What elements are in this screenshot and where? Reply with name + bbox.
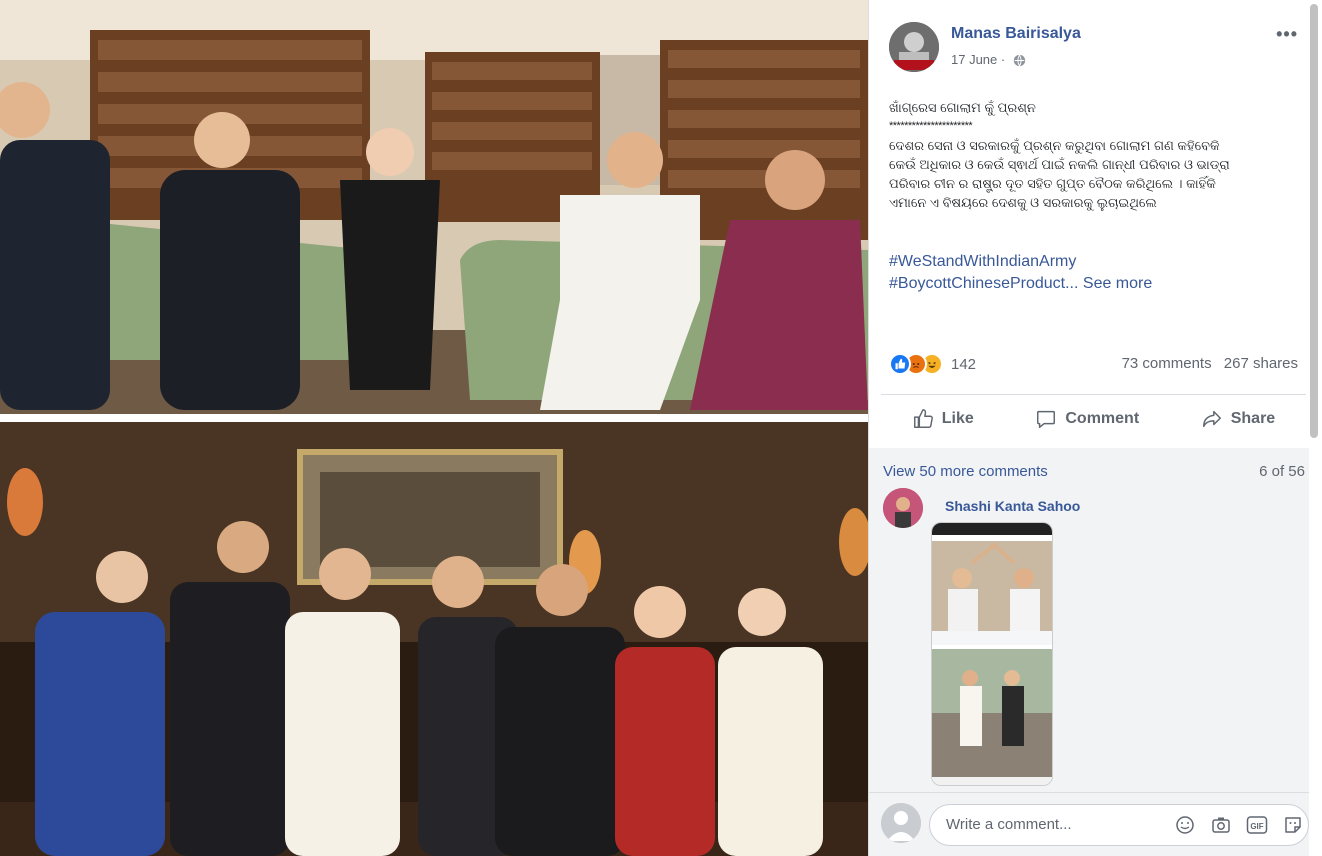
post-body-line-2: କେଉଁ ଅଧିକାର ଓ କେଉଁ ସ୍ଵାର୍ଥ ପାଇଁ ନକଲି ଗାନ… <box>889 157 1230 172</box>
post-body-line-1: ଦେଶର ସେନା ଓ ସରକାରକୁଁ ପ୍ରଶ୍ନ କରୁଥିବା ଗୋଲା… <box>889 138 1220 153</box>
gif-icon[interactable]: GIF <box>1245 814 1269 836</box>
view-more-comments-link[interactable]: View 50 more comments <box>883 463 1048 480</box>
share-button[interactable]: Share <box>1201 400 1275 438</box>
see-more-link[interactable]: See more <box>1083 275 1152 292</box>
post-photo[interactable] <box>0 0 868 856</box>
reaction-count: 142 <box>951 355 977 373</box>
camera-icon[interactable] <box>1209 814 1233 836</box>
current-user-avatar <box>881 803 921 843</box>
comment-icon <box>1037 410 1056 428</box>
comments-count-link[interactable]: 73 comments <box>1122 355 1212 372</box>
photo-divider <box>0 414 868 422</box>
comment-screenshot-image <box>932 523 1052 785</box>
hashtag-line-2: #BoycottChineseProduct... See more <box>889 273 1152 295</box>
post-author-name[interactable]: Manas Bairisalya <box>951 25 1081 43</box>
post-date-separator: · <box>1000 52 1006 67</box>
post-body-line-4: ଏମାନେ ଏ ବିଷୟରେ ଦେଶକୁ ଓ ସରକାରକୁ ଲୁଚାଇଥିଲେ <box>889 195 1157 210</box>
like-button[interactable]: Like <box>912 400 974 438</box>
post-title-line: ଖାଁଗ୍ରେସ ଗୋଲାମ କୁଁ ପ୍ରଶ୍ନ <box>889 100 1036 115</box>
commenter-name[interactable]: Shashi Kanta Sahoo <box>945 498 1080 514</box>
hashtag-link-2[interactable]: #BoycottChineseProduct... <box>889 275 1078 292</box>
meeting-room-illustration <box>0 0 868 414</box>
post-text: ଖାଁଗ୍ରେସ ଗୋଲାମ କୁଁ ପ୍ରଶ୍ନ **************… <box>889 98 1299 212</box>
comment-button-label: Comment <box>1065 410 1140 427</box>
comment-attached-image[interactable] <box>931 522 1053 786</box>
post-action-bar: Like Comment Share <box>881 400 1306 438</box>
like-icon <box>913 409 933 428</box>
post-date-text: 17 June <box>951 52 998 67</box>
post-separator-stars: ********************** <box>889 120 973 132</box>
post-timestamp[interactable]: 17 June · <box>951 52 1026 67</box>
like-button-label: Like <box>941 410 974 427</box>
share-button-label: Share <box>1230 410 1276 427</box>
svg-text:GIF: GIF <box>1250 822 1263 831</box>
default-avatar-icon <box>881 803 921 843</box>
comment-button[interactable]: Comment <box>1035 400 1139 438</box>
emoji-icon[interactable] <box>1173 814 1197 836</box>
photo-bottom-group-photo <box>0 422 868 856</box>
engagement-counts: 73 comments 267 shares <box>1114 355 1298 372</box>
post-options-button[interactable]: ••• <box>1276 24 1298 45</box>
reaction-summary[interactable]: 142 <box>889 352 976 376</box>
shares-count-link[interactable]: 267 shares <box>1224 355 1298 372</box>
comments-paging: 6 of 56 <box>1259 463 1305 480</box>
post-hashtags: #WeStandWithIndianArmy #BoycottChinesePr… <box>889 251 1152 295</box>
commenter-avatar[interactable] <box>883 488 923 528</box>
post-body-line-3: ପରିବାର ଚୀନ ର ରାଷ୍ଟ୍ର ଦୂତ ସହିତ ଗୁପ୍ତ ବୈଠକ… <box>889 176 1216 191</box>
panel-scrollbar[interactable] <box>1310 4 1318 438</box>
globe-icon <box>1013 54 1026 67</box>
action-bar-divider <box>881 394 1306 395</box>
author-avatar-image <box>889 22 939 72</box>
thumbs-up-icon <box>889 353 911 375</box>
post-detail-panel: Manas Bairisalya 17 June · ••• ଖାଁଗ୍ରେସ … <box>868 0 1322 856</box>
photo-top-meeting-room <box>0 0 868 414</box>
write-comment-bar: Write a comment... GIF <box>869 792 1309 856</box>
sticker-icon[interactable] <box>1281 814 1305 836</box>
commenter-avatar-image <box>883 488 923 528</box>
author-avatar[interactable] <box>889 22 939 72</box>
share-icon <box>1202 410 1221 428</box>
comment-input-tools: GIF <box>1173 814 1305 836</box>
group-photo-illustration <box>0 422 868 856</box>
hashtag-link-1[interactable]: #WeStandWithIndianArmy <box>889 251 1152 273</box>
